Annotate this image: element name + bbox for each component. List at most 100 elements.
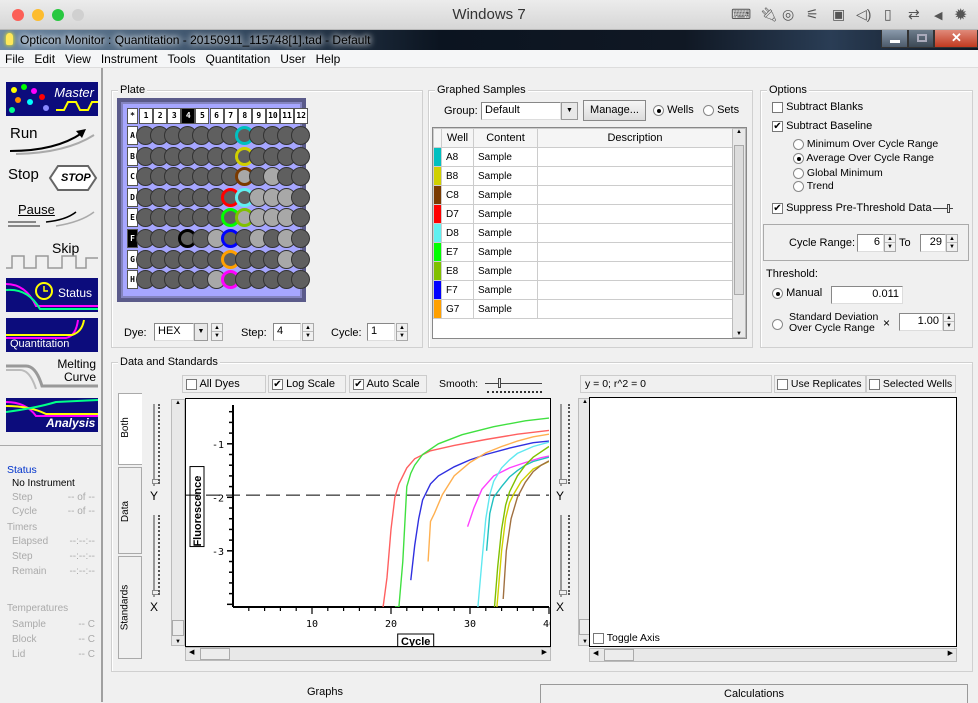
sample-row[interactable]: C8 Sample xyxy=(433,185,733,205)
cycle-to-field[interactable]: 29 xyxy=(920,234,946,252)
sample-row[interactable]: G7 Sample xyxy=(433,299,733,319)
nav-quantitation-button[interactable]: Quantitation xyxy=(6,318,98,352)
plate-column-header[interactable]: 2 xyxy=(153,108,168,124)
all-dyes-box[interactable] xyxy=(186,378,197,390)
sample-row[interactable]: F7 Sample xyxy=(433,280,733,300)
stddev-dot[interactable] xyxy=(772,318,783,330)
scroll-up-icon[interactable]: ▲ xyxy=(733,129,745,135)
sample-row[interactable]: D7 Sample xyxy=(433,204,733,224)
log-scale-checkbox[interactable]: ✔ Log Scale xyxy=(268,375,346,393)
chart-left-hscroll[interactable]: ◀ ▶ xyxy=(185,647,551,661)
cd-icon[interactable]: ◎ xyxy=(782,6,794,23)
tab-calculations[interactable]: Calculations xyxy=(540,684,968,703)
audio-icon[interactable]: ◁) xyxy=(856,6,871,23)
suppress-checkbox[interactable]: ✔ Suppress Pre-Threshold Data xyxy=(772,202,932,214)
use-replicates-checkbox[interactable]: Use Replicates xyxy=(774,375,866,393)
nav-master-button[interactable]: Master xyxy=(6,82,98,116)
sample-row[interactable]: B8 Sample xyxy=(433,166,733,186)
plate-well-A12[interactable] xyxy=(291,126,311,145)
shared-folder-icon[interactable]: ⇄ xyxy=(908,6,920,23)
step-spinner[interactable]: ▲ ▼ xyxy=(302,323,314,341)
menu-instrument[interactable]: Instrument xyxy=(96,50,163,66)
toggle-axis-checkbox[interactable]: Toggle Axis xyxy=(593,632,660,644)
sample-row[interactable]: E8 Sample xyxy=(433,261,733,281)
tab-both[interactable]: Both xyxy=(118,393,142,465)
chart-left-vscroll[interactable]: ▲ ▼ xyxy=(171,399,185,646)
plate-well-B12[interactable] xyxy=(291,146,311,166)
x-slider-right[interactable] xyxy=(559,515,567,597)
dye-spinner[interactable]: ▲ ▼ xyxy=(211,323,223,341)
content-header[interactable]: Content xyxy=(473,128,538,148)
arrow-left-icon[interactable]: ◀ xyxy=(934,9,942,22)
plate-column-header[interactable]: 12 xyxy=(294,108,309,124)
cycle-from-spinner[interactable]: ▲ ▼ xyxy=(884,234,896,252)
sample-row[interactable]: D8 Sample xyxy=(433,223,733,243)
y-slider-right[interactable] xyxy=(559,404,567,486)
menu-user[interactable]: User xyxy=(275,50,310,66)
toggle-axis-box[interactable] xyxy=(593,632,604,644)
menu-quantitation[interactable]: Quantitation xyxy=(201,50,276,66)
suppress-box[interactable]: ✔ xyxy=(772,202,783,214)
threshold-manual-field[interactable]: 0.011 xyxy=(831,286,903,304)
x-slider-left[interactable] xyxy=(152,515,160,597)
plate-corner[interactable]: * xyxy=(127,108,138,124)
sample-row[interactable]: A8 Sample xyxy=(433,147,733,167)
cycle-field[interactable]: 1 xyxy=(367,323,395,341)
plate-column-header[interactable]: 8 xyxy=(237,108,252,124)
plate-column-header[interactable]: 11 xyxy=(280,108,295,124)
plate-well-D12[interactable] xyxy=(291,187,311,207)
sample-description[interactable] xyxy=(537,185,733,205)
tab-standards[interactable]: Standards xyxy=(118,556,142,659)
global-min-dot[interactable] xyxy=(793,167,804,179)
manual-radio[interactable]: Manual xyxy=(772,287,822,299)
dye-select[interactable]: HEX xyxy=(154,323,194,341)
menu-help[interactable]: Help xyxy=(311,50,346,66)
use-replicates-box[interactable] xyxy=(777,378,788,390)
dye-dropdown-arrow[interactable]: ▼ xyxy=(194,323,208,341)
plate-grid[interactable]: * 1 2 3 4 5 6 7 8 9 10 11 12 A B C D E F G H xyxy=(117,98,311,302)
plate-column-header[interactable]: 9 xyxy=(251,108,266,124)
sample-description[interactable] xyxy=(537,223,733,243)
trend-radio[interactable]: Trend xyxy=(793,180,834,192)
smooth-slider[interactable] xyxy=(485,378,542,393)
drive-icon[interactable]: ▯ xyxy=(884,6,892,23)
network-icon[interactable]: ⚟ xyxy=(806,6,819,23)
chart-right-hscroll[interactable]: ◀ ▶ xyxy=(589,648,957,662)
plate-column-header[interactable]: 3 xyxy=(167,108,182,124)
samples-scrollbar[interactable]: ▲ ▼ xyxy=(732,128,746,338)
floppy-icon[interactable]: ▣ xyxy=(832,6,845,23)
plate-column-header[interactable]: 4 xyxy=(181,108,196,124)
tab-data[interactable]: Data xyxy=(118,467,142,554)
wells-radio-dot[interactable] xyxy=(653,104,664,116)
sample-description[interactable] xyxy=(537,166,733,186)
plate-column-header[interactable]: 1 xyxy=(139,108,154,124)
plate-column-header[interactable]: 5 xyxy=(195,108,210,124)
min-range-dot[interactable] xyxy=(793,138,804,150)
wells-radio[interactable]: Wells xyxy=(653,104,694,116)
selected-wells-checkbox[interactable]: Selected Wells xyxy=(866,375,956,393)
plate-well-F12[interactable] xyxy=(291,229,311,248)
scroll-down-icon[interactable]: ▼ xyxy=(733,331,745,337)
avg-range-radio[interactable]: Average Over Cycle Range xyxy=(793,152,934,164)
min-range-radio[interactable]: Minimum Over Cycle Range xyxy=(793,138,938,150)
all-dyes-checkbox[interactable]: All Dyes xyxy=(182,375,266,393)
group-select[interactable]: Default xyxy=(481,102,561,120)
smooth-slider-thumb[interactable] xyxy=(498,378,501,388)
sample-description[interactable] xyxy=(537,204,733,224)
subtract-blanks-checkbox[interactable]: Subtract Blanks xyxy=(772,101,863,113)
amplification-chart[interactable]: 10203040-1-2-3FluorescenceCycle xyxy=(185,398,551,647)
sample-description[interactable] xyxy=(537,280,733,300)
menu-edit[interactable]: Edit xyxy=(29,50,60,66)
subtract-baseline-checkbox[interactable]: ✔ Subtract Baseline xyxy=(772,120,872,132)
subtract-blanks-box[interactable] xyxy=(772,101,783,113)
auto-scale-checkbox[interactable]: ✔ Auto Scale xyxy=(349,375,427,393)
plate-column-header[interactable]: 10 xyxy=(265,108,280,124)
stddev-spinner[interactable]: ▲ ▼ xyxy=(943,313,955,331)
plate-column-header[interactable]: 6 xyxy=(209,108,224,124)
samples-scroll-thumb[interactable] xyxy=(734,145,744,295)
cycle-from-field[interactable]: 6 xyxy=(857,234,884,252)
stddev-radio[interactable] xyxy=(772,318,783,330)
auto-scale-box[interactable]: ✔ xyxy=(353,378,364,390)
minimize-button[interactable] xyxy=(881,30,908,48)
description-header[interactable]: Description xyxy=(537,128,733,148)
